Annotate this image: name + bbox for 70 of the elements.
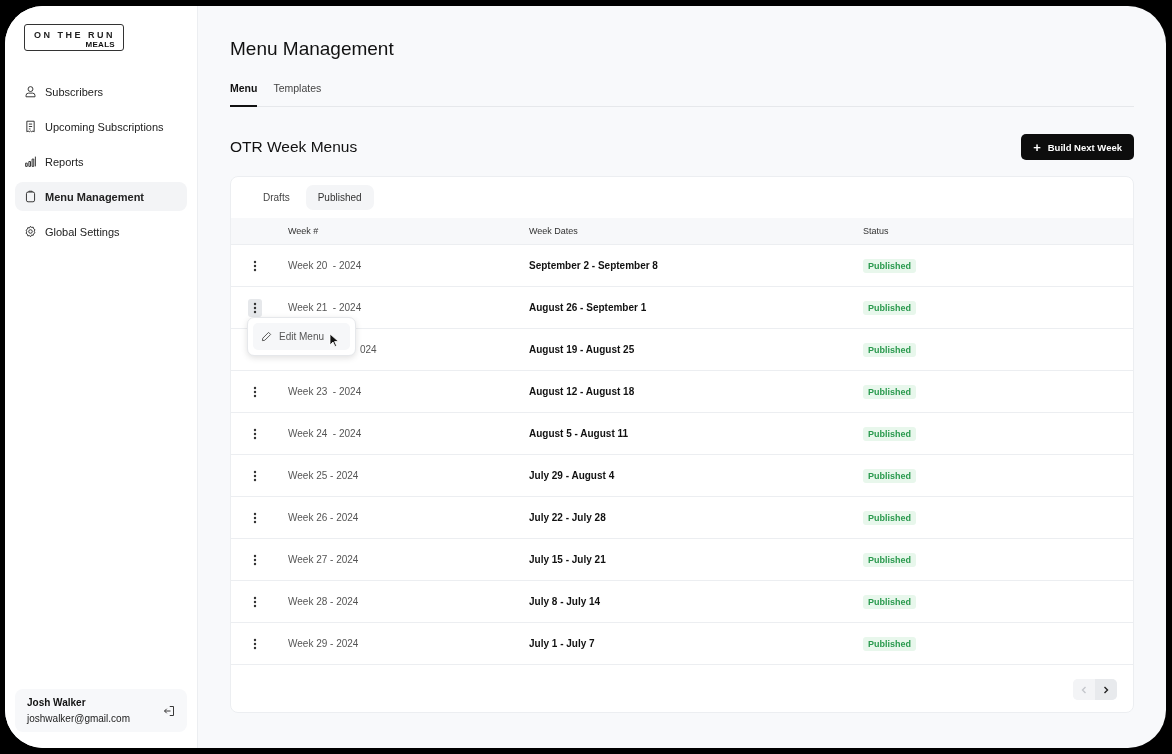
status-badge: Published xyxy=(863,594,916,609)
edit-menu-item[interactable]: Edit Menu xyxy=(253,323,351,350)
more-icon xyxy=(253,301,257,314)
status-badge: Published xyxy=(863,510,916,525)
status-badge: Published xyxy=(863,342,916,357)
table-cell: July 15 - July 21 xyxy=(529,554,606,565)
table-cell: July 29 - August 4 xyxy=(529,470,615,481)
table-cell: July 1 - July 7 xyxy=(529,638,595,649)
pencil-icon xyxy=(261,331,272,342)
receipt-icon xyxy=(24,120,37,133)
more-icon xyxy=(253,427,257,440)
bar-chart-icon xyxy=(24,155,37,168)
cursor-icon xyxy=(329,333,339,347)
table-cell: Week 28 - 2024 xyxy=(288,596,359,607)
table-cell: August 5 - August 11 xyxy=(529,428,629,439)
table-cell: July 8 - July 14 xyxy=(529,596,601,607)
status-badge: Published xyxy=(863,384,916,399)
table-cell: July 22 - July 28 xyxy=(529,512,606,523)
status-badge: Published xyxy=(863,426,916,441)
sidebar-item[interactable]: Subscribers xyxy=(15,77,187,106)
table-cell: Week 29 - 2024 xyxy=(288,638,359,649)
column-header: Status xyxy=(863,226,889,236)
more-icon xyxy=(253,553,257,566)
table-cell: Week 24 - 2024 xyxy=(288,428,362,439)
status-badge: Published xyxy=(863,258,916,273)
clipboard-icon xyxy=(24,190,37,203)
person-icon xyxy=(24,85,37,98)
status-badge: Published xyxy=(863,468,916,483)
table-cell: Week 25 - 2024 xyxy=(288,470,359,481)
table-cell-text: 024 xyxy=(359,344,377,355)
table-cell: August 19 - August 25 xyxy=(529,344,635,355)
table-cell: Week 20 - 2024 xyxy=(288,260,362,271)
logout-icon[interactable] xyxy=(163,704,175,717)
status-badge: Published xyxy=(863,636,916,651)
more-button[interactable] xyxy=(248,298,262,317)
logo: ON THE RUN MEALS xyxy=(24,24,124,51)
more-icon xyxy=(253,259,257,272)
table-cell: Week 21 - 2024 xyxy=(288,302,362,313)
filter-tab[interactable]: Drafts xyxy=(251,185,302,210)
page-title: Menu Management xyxy=(230,38,395,60)
user-name: Josh Walker xyxy=(27,697,87,708)
chevron-right-icon xyxy=(1102,685,1110,694)
column-header: Week Dates xyxy=(529,226,578,236)
sidebar-item[interactable]: Global Settings xyxy=(15,217,187,246)
sidebar-item[interactable]: Menu Management xyxy=(15,182,187,211)
settings-icon xyxy=(24,225,37,238)
more-icon xyxy=(253,637,257,650)
table-cell: September 2 - September 8 xyxy=(529,260,658,271)
build-next-week-button[interactable]: + Build Next Week xyxy=(1021,134,1134,160)
filter-tab[interactable]: Published xyxy=(305,185,374,210)
chevron-left-icon xyxy=(1080,685,1088,694)
tab[interactable]: Menu xyxy=(230,82,258,107)
sidebar-item[interactable]: Upcoming Subscriptions xyxy=(15,112,187,141)
status-badge: Published xyxy=(863,552,916,567)
more-icon xyxy=(253,595,257,608)
more-icon xyxy=(253,469,257,482)
table-cell: Week 27 - 2024 xyxy=(288,554,359,565)
status-badge: Published xyxy=(863,300,916,315)
table-cell: August 12 - August 18 xyxy=(529,386,635,397)
table-cell: Week 23 - 2024 xyxy=(288,386,362,397)
sidebar-item[interactable]: Reports xyxy=(15,147,187,176)
table-cell: August 26 - September 1 xyxy=(529,302,647,313)
more-icon xyxy=(253,385,257,398)
section-title: OTR Week Menus xyxy=(230,138,358,156)
table-cell: Week 26 - 2024 xyxy=(288,512,359,523)
more-icon xyxy=(253,511,257,524)
column-header: Week # xyxy=(288,226,319,236)
next-page-button[interactable] xyxy=(1095,679,1117,700)
tab[interactable]: Templates xyxy=(273,82,322,107)
user-email: joshwalker@gmail.com xyxy=(27,713,130,724)
